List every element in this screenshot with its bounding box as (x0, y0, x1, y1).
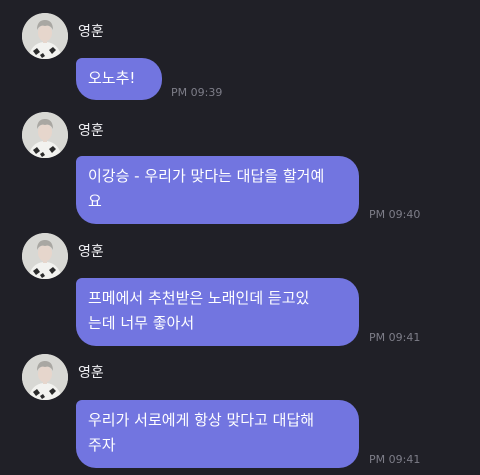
message-text-line: 이강승 - 우리가 맞다는 대답을 할거예 (88, 167, 325, 185)
message-bubble[interactable]: 프메에서 추천받은 노래인데 듣고있 는데 너무 좋아서 (76, 278, 359, 346)
message-timestamp: PM 09:39 (171, 86, 223, 99)
message-text-line: 우리가 서로에게 항상 맞다고 대답해 (88, 411, 315, 429)
message-text-line: 프메에서 추천받은 노래인데 듣고있 (88, 289, 310, 307)
sender-name: 영훈 (78, 24, 104, 40)
message-text-line: 요 (88, 192, 102, 210)
message-timestamp: PM 09:41 (369, 453, 421, 466)
chat-message: 영훈 오노추! PM 09:39 (0, 13, 480, 108)
sender-name: 영훈 (78, 123, 104, 139)
sender-name: 영훈 (78, 244, 104, 260)
message-text-line: 는데 너무 좋아서 (88, 314, 195, 332)
chat-message: 영훈 프메에서 추천받은 노래인데 듣고있 는데 너무 좋아서 PM 09:41 (0, 233, 480, 349)
chat-message-list: 영훈 오노추! PM 09:39 영훈 이강승 - 우리가 맞다는 대답을 할거… (0, 0, 480, 475)
chat-message: 영훈 이강승 - 우리가 맞다는 대답을 할거예 요 PM 09:40 (0, 112, 480, 230)
message-bubble[interactable]: 오노추! (76, 58, 162, 100)
message-timestamp: PM 09:41 (369, 331, 421, 344)
sender-avatar[interactable] (22, 112, 68, 158)
sender-avatar[interactable] (22, 354, 68, 400)
message-text-line: 주자 (88, 436, 116, 454)
profile-photo-icon (22, 233, 68, 279)
profile-photo-icon (22, 13, 68, 59)
profile-photo-icon (22, 354, 68, 400)
sender-avatar[interactable] (22, 233, 68, 279)
message-bubble[interactable]: 우리가 서로에게 항상 맞다고 대답해 주자 (76, 400, 359, 468)
sender-name: 영훈 (78, 365, 104, 381)
sender-avatar[interactable] (22, 13, 68, 59)
message-bubble[interactable]: 이강승 - 우리가 맞다는 대답을 할거예 요 (76, 156, 359, 224)
profile-photo-icon (22, 112, 68, 158)
chat-message: 영훈 우리가 서로에게 항상 맞다고 대답해 주자 PM 09:41 (0, 354, 480, 475)
message-text-line: 오노추! (88, 69, 136, 87)
message-timestamp: PM 09:40 (369, 208, 421, 221)
